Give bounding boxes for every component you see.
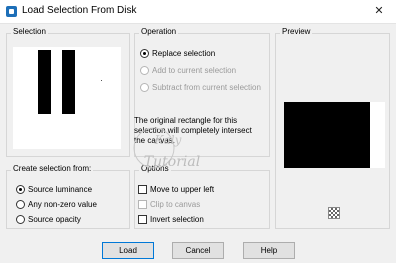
selection-dot: [101, 80, 102, 81]
create-from-group-label: Create selection from:: [11, 164, 94, 173]
preview-white-edge: [370, 102, 385, 168]
options-group: Options Move to upper left Clip to canva…: [134, 164, 270, 229]
selection-group-label: Selection: [11, 27, 48, 36]
checkbox-invert-selection[interactable]: Invert selection: [138, 215, 204, 224]
window-title: Load Selection From Disk: [22, 5, 137, 16]
checkbox-invert-selection-label: Invert selection: [150, 215, 204, 224]
radio-subtract-label: Subtract from current selection: [152, 83, 261, 92]
checkbox[interactable]: [138, 215, 147, 224]
radio-source-luminance[interactable]: Source luminance: [16, 185, 92, 194]
radio-any-non-zero[interactable]: Any non-zero value: [16, 200, 97, 209]
operation-group: Operation Replace selection Add to curre…: [134, 27, 270, 157]
app-icon: [6, 6, 17, 17]
radio-replace-selection-label: Replace selection: [152, 49, 216, 58]
radio-button[interactable]: [16, 185, 25, 194]
info-line-2: selection will completely intersect: [134, 126, 252, 135]
checkbox-move-upper-left[interactable]: Move to upper left: [138, 185, 214, 194]
radio-button[interactable]: [16, 200, 25, 209]
checkbox[interactable]: [138, 200, 147, 209]
checkbox[interactable]: [138, 185, 147, 194]
load-button[interactable]: Load: [102, 242, 154, 259]
title-bar: Load Selection From Disk ✕: [0, 0, 396, 24]
operation-group-label: Operation: [139, 27, 179, 36]
preview-group-label: Preview: [280, 27, 313, 36]
selection-thumbnail: [13, 47, 121, 149]
selection-bar-left: [38, 50, 51, 114]
info-line-1: The original rectangle for this: [134, 116, 238, 125]
close-button[interactable]: ✕: [364, 0, 394, 22]
create-from-group: Create selection from: Source luminance …: [6, 164, 130, 229]
radio-source-opacity-label: Source opacity: [28, 215, 81, 224]
cancel-button[interactable]: Cancel: [172, 242, 224, 259]
help-button[interactable]: Help: [243, 242, 295, 259]
radio-any-non-zero-label: Any non-zero value: [28, 200, 97, 209]
radio-button[interactable]: [16, 215, 25, 224]
radio-replace-selection[interactable]: Replace selection: [140, 49, 215, 58]
info-line-3: the canvas.: [134, 136, 175, 145]
info-text: The original rectangle for this selectio…: [134, 116, 252, 146]
options-group-label: Options: [139, 164, 171, 173]
preview-image: [284, 102, 385, 168]
radio-source-opacity[interactable]: Source opacity: [16, 215, 81, 224]
radio-button[interactable]: [140, 83, 149, 92]
navigator-icon[interactable]: [328, 207, 340, 219]
checkbox-clip-to-canvas[interactable]: Clip to canvas: [138, 200, 200, 209]
radio-source-luminance-label: Source luminance: [28, 185, 93, 194]
radio-button[interactable]: [140, 66, 149, 75]
radio-subtract-from-selection[interactable]: Subtract from current selection: [140, 83, 261, 92]
radio-button[interactable]: [140, 49, 149, 58]
selection-bar-right: [62, 50, 75, 114]
radio-add-label: Add to current selection: [152, 66, 237, 75]
checkbox-move-upper-left-label: Move to upper left: [150, 185, 215, 194]
checkbox-clip-to-canvas-label: Clip to canvas: [150, 200, 201, 209]
radio-add-to-selection[interactable]: Add to current selection: [140, 66, 236, 75]
preview-group: Preview: [275, 27, 390, 229]
selection-group: Selection: [6, 27, 130, 157]
